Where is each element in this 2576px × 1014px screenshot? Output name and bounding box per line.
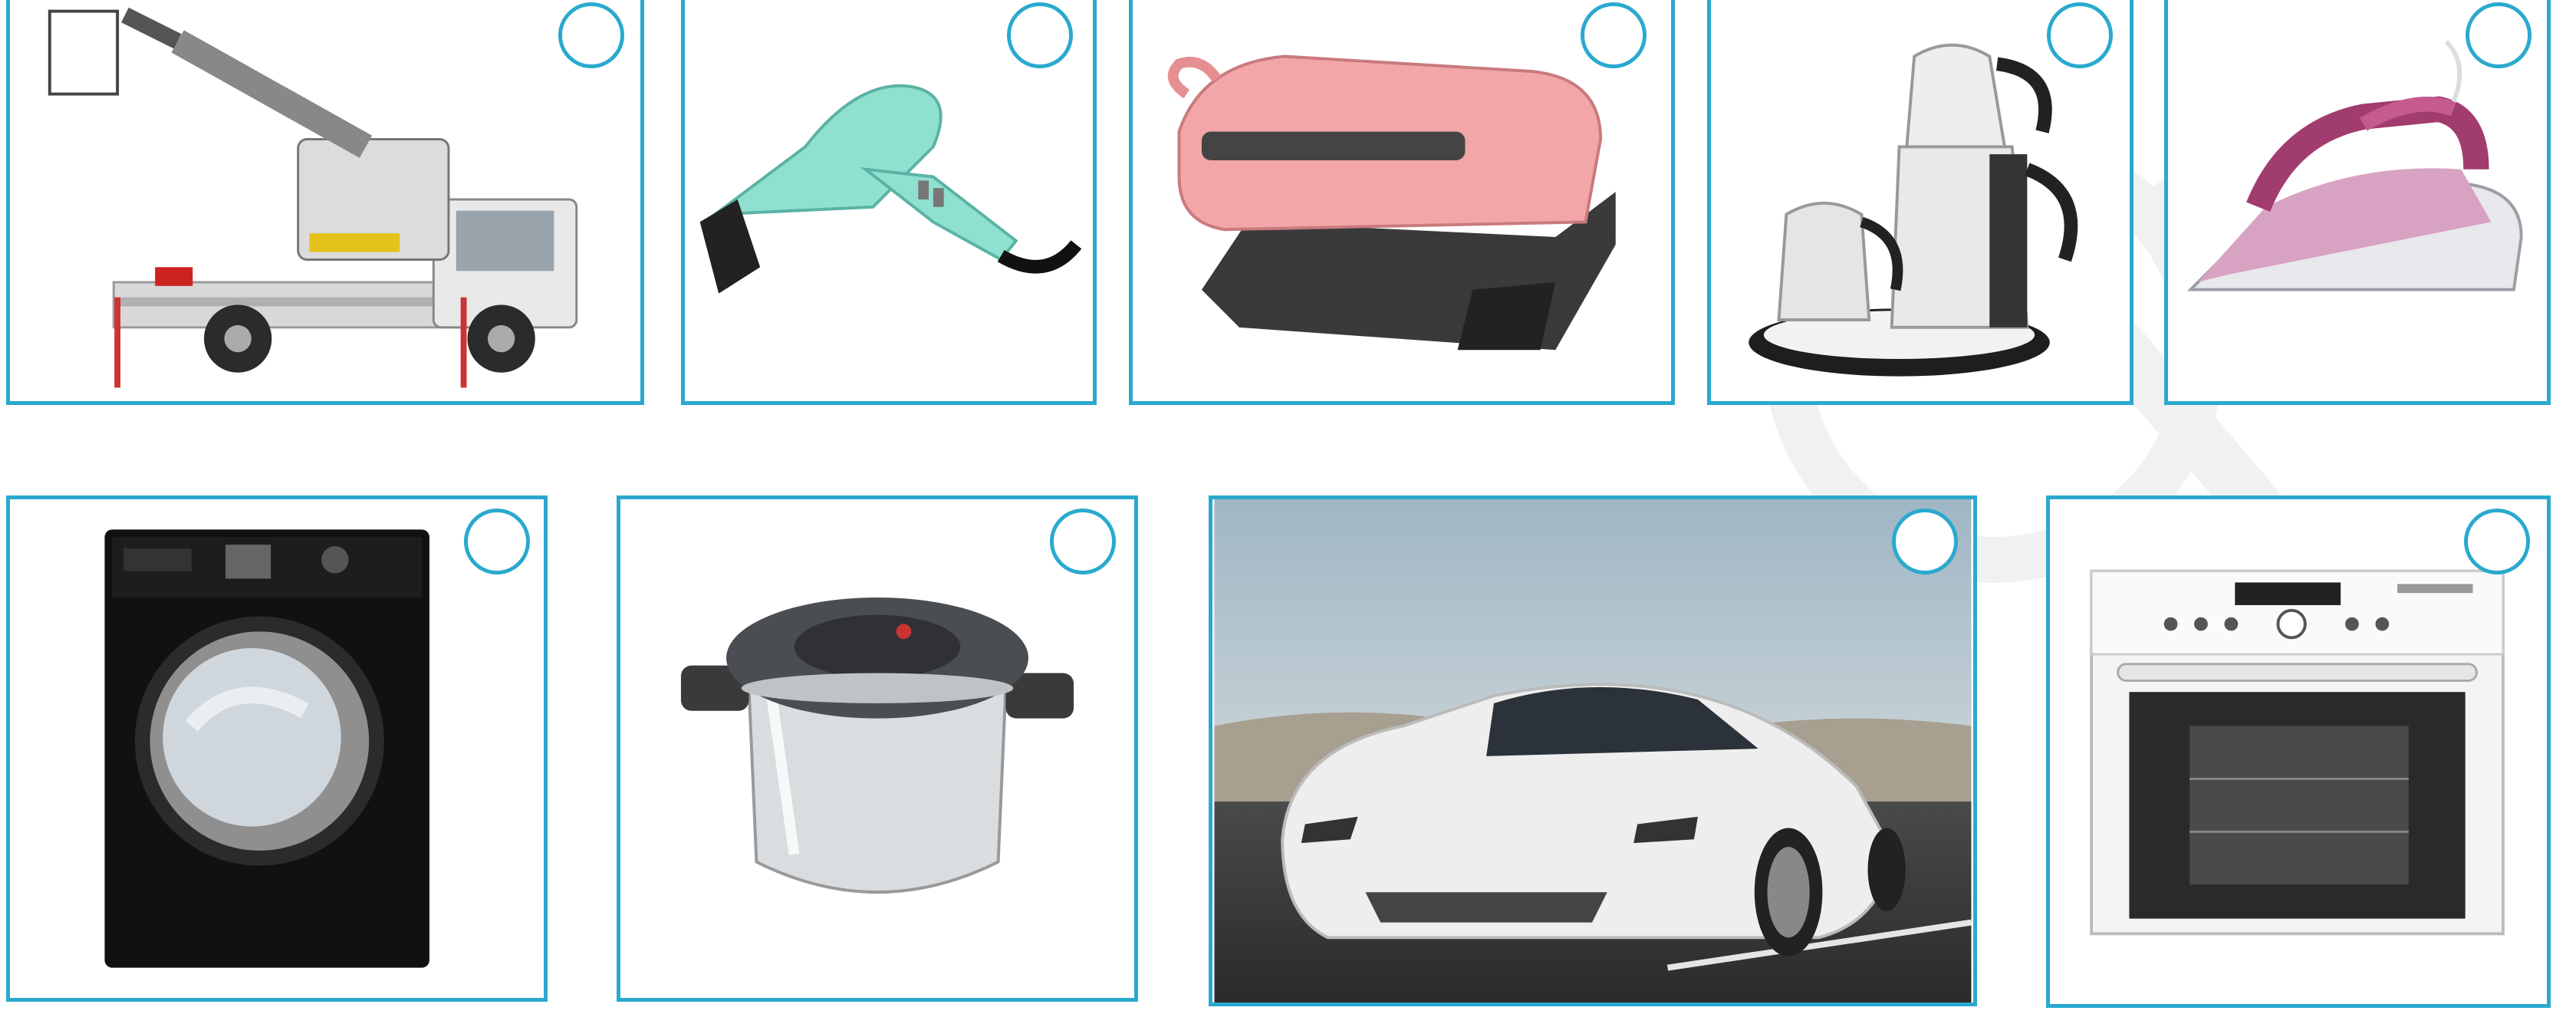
select-circle[interactable] — [1581, 2, 1647, 68]
item-card-pressure-cooker — [617, 495, 1138, 1002]
select-circle[interactable] — [1892, 509, 1958, 574]
select-circle[interactable] — [2464, 509, 2530, 574]
select-circle[interactable] — [2466, 2, 2532, 68]
toaster-grill-icon — [1167, 54, 1616, 351]
item-card-sports-car — [1209, 495, 1977, 1006]
sports-car-icon — [1214, 499, 1972, 1002]
select-circle[interactable] — [464, 509, 530, 574]
item-card-hair-dryer — [681, 0, 1097, 405]
item-card-toaster-grill — [1129, 0, 1675, 405]
truck-crane-icon — [48, 7, 578, 388]
item-card-built-in-oven — [2046, 495, 2551, 1008]
select-circle[interactable] — [1007, 2, 1073, 68]
item-card-tea-maker — [1707, 0, 2134, 405]
item-card-steam-iron — [2164, 0, 2551, 405]
item-card-truck-crane — [6, 0, 644, 405]
select-circle[interactable] — [2047, 2, 2113, 68]
built-in-oven-icon — [2090, 569, 2505, 936]
select-circle[interactable] — [1050, 509, 1116, 574]
pressure-cooker-icon — [680, 598, 1074, 894]
washing-machine-icon — [104, 529, 429, 968]
select-circle[interactable] — [558, 2, 624, 68]
item-card-washing-machine — [6, 495, 548, 1002]
